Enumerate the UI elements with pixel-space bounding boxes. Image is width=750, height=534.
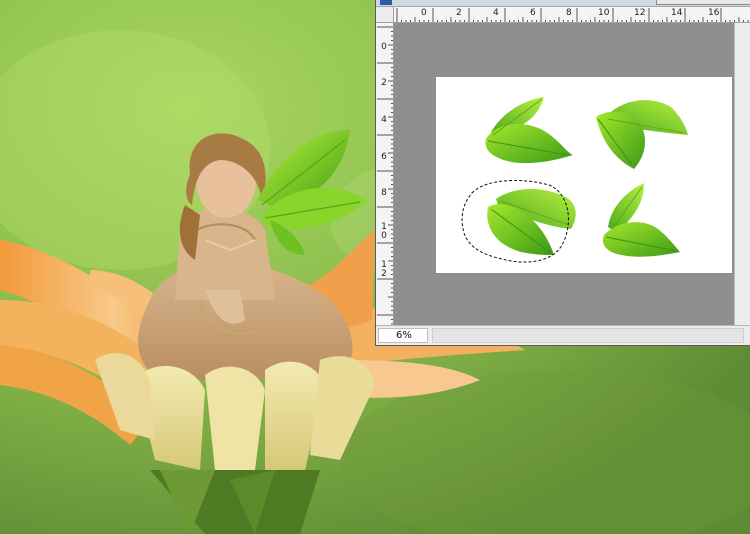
ruler-label: 2 bbox=[456, 8, 462, 18]
ruler-label: 16 bbox=[708, 8, 720, 18]
document-window[interactable]: 0 2 4 6 8 10 12 14 16 0 2 4 6 8 1 0 1 2 bbox=[375, 0, 750, 346]
zoom-level-field[interactable]: 6% bbox=[378, 328, 428, 343]
ruler-label: 14 bbox=[671, 8, 683, 18]
ruler-label: 6 bbox=[530, 8, 536, 18]
window-titlebar[interactable] bbox=[376, 0, 750, 7]
canvas-workspace[interactable] bbox=[394, 23, 734, 325]
ruler-label: 4 bbox=[493, 8, 499, 18]
vertical-scrollbar[interactable] bbox=[734, 23, 750, 325]
horizontal-ruler[interactable]: 0 2 4 6 8 10 12 14 16 bbox=[394, 7, 750, 23]
selection-marquee[interactable] bbox=[394, 23, 734, 325]
ruler-label: 12 bbox=[634, 8, 646, 18]
ruler-label: 4 bbox=[381, 115, 387, 125]
status-bar: 6% bbox=[376, 325, 750, 345]
ruler-label: 0 bbox=[381, 42, 387, 52]
ruler-label: 10 bbox=[598, 8, 610, 18]
ruler-label: 1 2 bbox=[381, 260, 387, 279]
app-icon bbox=[380, 0, 392, 5]
ruler-label: 6 bbox=[381, 152, 387, 162]
ruler-origin[interactable] bbox=[376, 7, 394, 23]
ruler-label: 8 bbox=[381, 188, 387, 198]
ruler-label: 0 bbox=[421, 8, 427, 18]
ruler-ticks bbox=[396, 8, 749, 22]
ruler-label: 2 bbox=[381, 78, 387, 88]
ruler-label: 1 0 bbox=[381, 222, 387, 241]
window-controls[interactable] bbox=[656, 0, 750, 5]
ruler-ticks bbox=[377, 26, 393, 325]
vertical-ruler[interactable]: 0 2 4 6 8 1 0 1 2 bbox=[376, 23, 394, 325]
ruler-label: 8 bbox=[566, 8, 572, 18]
horizontal-scrollbar[interactable] bbox=[432, 328, 744, 343]
